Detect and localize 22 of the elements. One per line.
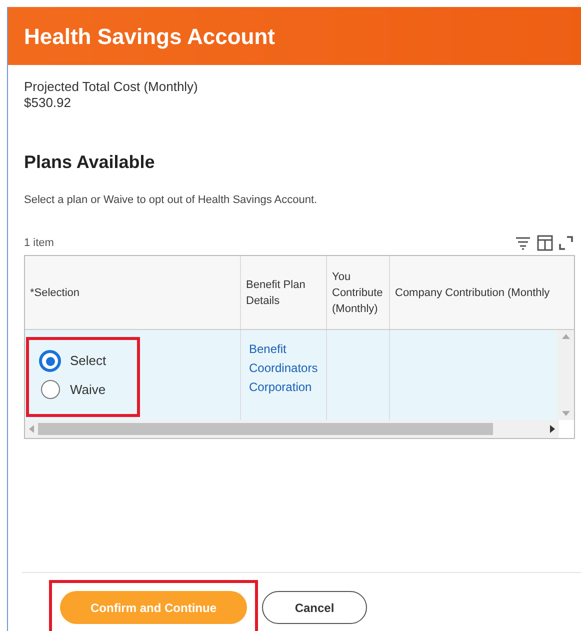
- expand-icon[interactable]: [559, 236, 573, 250]
- cancel-button[interactable]: Cancel: [262, 591, 367, 624]
- radio-button[interactable]: [40, 380, 60, 400]
- column-header: Company Contribution (Monthly: [395, 286, 550, 300]
- column-header: You Contribute (Monthly): [332, 270, 384, 316]
- right-arrow-icon[interactable]: [550, 425, 555, 433]
- scroll-thumb[interactable]: [38, 423, 493, 435]
- cost-value: $530.92: [24, 95, 71, 111]
- instruction-text: Select a plan or Waive to opt out of Health Savings Account.: [24, 193, 318, 208]
- column-header: *Selection: [30, 286, 80, 300]
- item-count: 1 item: [24, 236, 54, 250]
- plan-link[interactable]: Benefit Coordinators Corporation: [249, 340, 318, 397]
- column-header: Benefit Plan Details: [246, 278, 306, 308]
- horizontal-scrollbar[interactable]: [25, 420, 559, 438]
- cost-label: Projected Total Cost (Monthly): [24, 79, 198, 95]
- radio-option[interactable]: Waive: [39, 380, 106, 400]
- columns-icon[interactable]: [537, 234, 553, 251]
- radio-button[interactable]: [39, 350, 61, 372]
- filter-icon[interactable]: [515, 236, 531, 250]
- radio-option[interactable]: Select: [39, 350, 106, 372]
- page-title: Health Savings Account: [24, 22, 276, 51]
- section-title: Plans Available: [24, 151, 155, 174]
